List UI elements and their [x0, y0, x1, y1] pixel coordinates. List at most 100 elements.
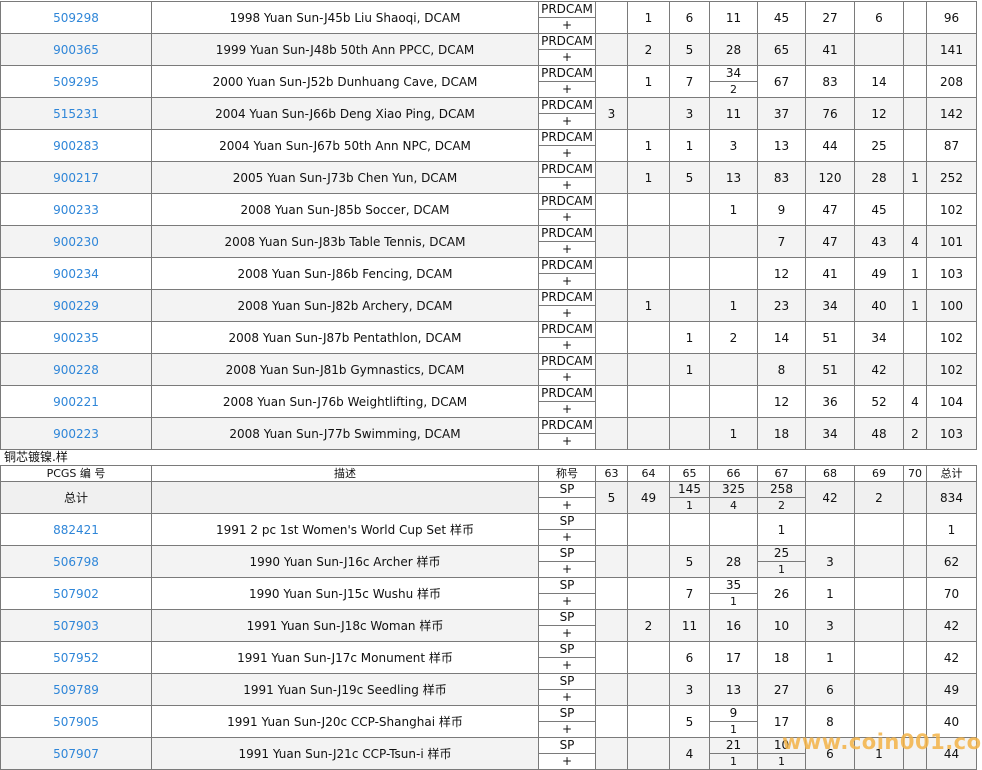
grade-70: [903, 609, 927, 642]
grade-total: 252: [926, 161, 977, 194]
designation: SP: [538, 577, 596, 594]
pcgs-id-link[interactable]: 506798: [0, 545, 152, 578]
grade-67: 65: [757, 33, 806, 66]
grade-64: [627, 385, 670, 418]
pcgs-id-link[interactable]: 515231: [0, 97, 152, 130]
grade-64: [627, 353, 670, 386]
grade-total: 87: [926, 129, 977, 162]
grade-66: 1: [709, 417, 758, 450]
grade-65: 1: [669, 321, 710, 354]
grade-66: [709, 257, 758, 290]
total-row: 总计 SP 5 49 145 325 258 42 2 834: [0, 481, 977, 514]
designation-plus: +: [538, 113, 596, 130]
designation-plus: +: [538, 145, 596, 162]
pcgs-id-link[interactable]: 900221: [0, 385, 152, 418]
total-plus: +: [538, 497, 596, 514]
pcgs-id-link[interactable]: 900365: [0, 33, 152, 66]
pcgs-id-link[interactable]: 509295: [0, 65, 152, 98]
grade-65: 11: [669, 609, 710, 642]
designation: PRDCAM: [538, 161, 596, 178]
grade-64: 1: [627, 1, 670, 34]
grade-67: 14: [757, 321, 806, 354]
grade-66: [709, 353, 758, 386]
pcgs-id-link[interactable]: 900229: [0, 289, 152, 322]
table-row: 507905 1991 Yuan Sun-J20c CCP-Shanghai 样币…: [0, 705, 977, 738]
grade-68: 83: [805, 65, 855, 98]
total-label: 总计: [0, 481, 152, 514]
designation-plus: +: [538, 209, 596, 226]
designation: PRDCAM: [538, 1, 596, 18]
grade-64: [627, 417, 670, 450]
pcgs-id-link[interactable]: 900234: [0, 257, 152, 290]
coin-description: 2008 Yuan Sun-J86b Fencing, DCAM: [151, 257, 539, 290]
grade-68: 34: [805, 417, 855, 450]
grade-66: 13: [709, 161, 758, 194]
pcgs-id-link[interactable]: 900217: [0, 161, 152, 194]
grade-63: [595, 65, 628, 98]
grade-63: [595, 321, 628, 354]
designation: PRDCAM: [538, 289, 596, 306]
header-total: 总计: [926, 465, 977, 482]
grade-70: 1: [903, 289, 927, 322]
designation-plus: +: [538, 593, 596, 610]
grade-69: [854, 609, 904, 642]
pcgs-id-link[interactable]: 509298: [0, 1, 152, 34]
grade-total: 101: [926, 225, 977, 258]
grade-69: [854, 33, 904, 66]
grade-67-plus: 1: [757, 753, 806, 770]
table-row: 509789 1991 Yuan Sun-J19c Seedling 样币 SP 3 1…: [0, 673, 977, 706]
grade-67: 83: [757, 161, 806, 194]
table-row: 900221 2008 Yuan Sun-J76b Weightlifting, …: [0, 385, 977, 418]
pcgs-id-link[interactable]: 900228: [0, 353, 152, 386]
grade-total: 103: [926, 417, 977, 450]
grade-63: [595, 1, 628, 34]
table-row: 506798 1990 Yuan Sun-J16c Archer 样币 SP 5 28 2…: [0, 545, 977, 578]
total-g64: 49: [627, 481, 670, 514]
designation: PRDCAM: [538, 353, 596, 370]
grade-65: 3: [669, 97, 710, 130]
designation: PRDCAM: [538, 417, 596, 434]
grade-63: [595, 705, 628, 738]
grade-67: 26: [757, 577, 806, 610]
pcgs-id-link[interactable]: 900233: [0, 193, 152, 226]
pcgs-id-link[interactable]: 507907: [0, 737, 152, 770]
total-g67: 258: [757, 481, 806, 498]
header-row: PCGS 编 号 描述 称号 63 64 65 66 67 68 69 70 总…: [0, 465, 977, 482]
grade-70: [903, 193, 927, 226]
grade-69: [854, 641, 904, 674]
grade-67: 9: [757, 193, 806, 226]
grade-67: 8: [757, 353, 806, 386]
grade-66: 1: [709, 289, 758, 322]
pcgs-id-link[interactable]: 507903: [0, 609, 152, 642]
grade-63: [595, 545, 628, 578]
designation-plus: +: [538, 433, 596, 450]
designation-plus: +: [538, 689, 596, 706]
table-row: 900228 2008 Yuan Sun-J81b Gymnastics, DCA…: [0, 353, 977, 386]
coin-description: 2008 Yuan Sun-J81b Gymnastics, DCAM: [151, 353, 539, 386]
pcgs-id-link[interactable]: 900230: [0, 225, 152, 258]
grade-69: 42: [854, 353, 904, 386]
designation-plus: +: [538, 49, 596, 66]
designation-plus: +: [538, 625, 596, 642]
grade-66: [709, 513, 758, 546]
pcgs-id-link[interactable]: 900283: [0, 129, 152, 162]
section-label: 铜芯镀镍.样: [4, 450, 68, 464]
grade-63: [595, 609, 628, 642]
pcgs-id-link[interactable]: 507905: [0, 705, 152, 738]
pcgs-id-link[interactable]: 507902: [0, 577, 152, 610]
grade-66: 11: [709, 1, 758, 34]
pcgs-id-link[interactable]: 900223: [0, 417, 152, 450]
grade-64: [627, 193, 670, 226]
pcgs-id-link[interactable]: 509789: [0, 673, 152, 706]
table-row: 900235 2008 Yuan Sun-J87b Pentathlon, DCA…: [0, 321, 977, 354]
grade-63: 3: [595, 97, 628, 130]
pcgs-id-link[interactable]: 882421: [0, 513, 152, 546]
pcgs-id-link[interactable]: 507952: [0, 641, 152, 674]
coin-description: 1999 Yuan Sun-J48b 50th Ann PPCC, DCAM: [151, 33, 539, 66]
grade-68: 51: [805, 321, 855, 354]
grade-70: [903, 577, 927, 610]
designation: PRDCAM: [538, 257, 596, 274]
pcgs-id-link[interactable]: 900235: [0, 321, 152, 354]
grade-68: 6: [805, 673, 855, 706]
grade-65: [669, 225, 710, 258]
